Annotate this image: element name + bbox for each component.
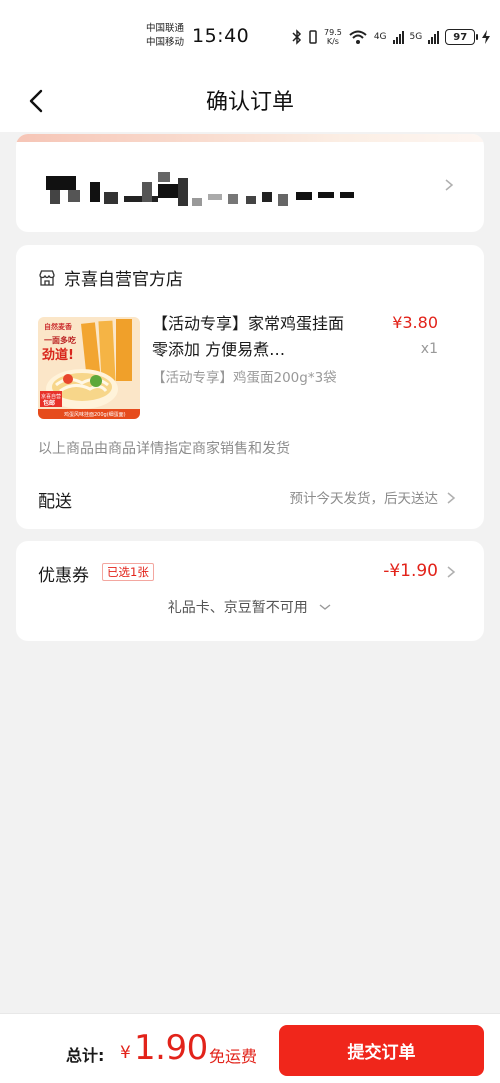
free-shipping-label: 免运费 [209, 1047, 258, 1066]
system-icons: 79.5 K/s 4G 5G 97 [292, 24, 491, 50]
net-speed-unit: K/s [326, 37, 339, 46]
giftcard-toggle[interactable]: 礼品卡、京豆暂不可用 [16, 597, 484, 617]
carrier-info: 中国联通 中国移动 [146, 22, 184, 50]
address-obscured [46, 172, 356, 208]
checkout-bar: 总计: ¥ 1.90 免运费 提交订单 [0, 1013, 500, 1083]
signal-bars-2-icon [428, 30, 440, 44]
product-spec: 【活动专享】鸡蛋面200g*3袋 [152, 370, 337, 386]
chevron-right-icon[interactable] [444, 491, 458, 505]
bluetooth-icon [292, 29, 302, 45]
coupon-amount: -¥1.90 [383, 561, 438, 581]
product-image-badge-2: 包邮 [43, 399, 55, 407]
net-speed-value: 79.5 [324, 28, 342, 37]
product-image-art: 自然麦香 一面多吃 劲道! 京喜自营 包邮 鸡蛋风味挂面200g(细蛋面) [38, 317, 140, 419]
product-image-slogan-1: 一面多吃 [44, 335, 76, 345]
signal-bars-1-icon [392, 30, 404, 44]
product-image[interactable]: 自然麦香 一面多吃 劲道! 京喜自营 包邮 鸡蛋风味挂面200g(细蛋面) [38, 317, 140, 419]
wifi-icon [349, 30, 367, 44]
giftcard-note: 礼品卡、京豆暂不可用 [167, 600, 308, 616]
coupon-card[interactable]: 优惠券 已选1张 -¥1.90 礼品卡、京豆暂不可用 [16, 541, 484, 641]
product-image-tag: 自然麦香 [44, 322, 73, 331]
nav-bar: 确认订单 [0, 70, 500, 132]
coupon-selected-badge: 已选1张 [102, 563, 154, 581]
submit-order-button[interactable]: 提交订单 [279, 1025, 484, 1076]
shop-name: 京喜自营官方店 [64, 270, 183, 290]
chevron-right-icon [445, 179, 454, 191]
status-bar: 中国联通 中国移动 15:40 79.5 K/s 4G 5G 97 [0, 0, 500, 70]
chevron-right-icon[interactable] [444, 565, 458, 579]
product-quantity: x1 [420, 341, 438, 357]
product-image-badge-1: 京喜自营 [41, 393, 61, 400]
net-speed: 79.5 K/s [324, 28, 342, 46]
signal-2-label: 5G [409, 32, 423, 42]
total-currency: ¥ [120, 1043, 131, 1063]
product-image-caption: 鸡蛋风味挂面200g(细蛋面) [64, 411, 126, 418]
clock: 15:40 [192, 25, 250, 47]
carrier-1: 中国联通 [146, 23, 185, 34]
vibrate-icon [309, 30, 317, 44]
page-title: 确认订单 [205, 90, 294, 115]
shop-header[interactable]: 京喜自营官方店 [38, 265, 183, 290]
product-price: ¥3.80 [392, 313, 438, 332]
seller-note: 以上商品由商品详情指定商家销售和发货 [38, 441, 290, 457]
store-icon [39, 269, 55, 286]
address-top-gradient [16, 134, 484, 142]
total-label: 总计: [66, 1046, 105, 1065]
address-card[interactable] [16, 134, 484, 232]
charging-icon [482, 30, 491, 44]
coupon-label: 优惠券 [38, 566, 89, 586]
delivery-option[interactable]: 预计今天发货，后天送达 [290, 487, 439, 507]
product-image-slogan-2: 劲道! [42, 347, 74, 363]
total-amount: 1.90 [134, 1028, 208, 1068]
battery-indicator: 97 [445, 29, 479, 45]
signal-1-label: 4G [373, 32, 387, 42]
chevron-down-icon [319, 604, 331, 610]
product-title[interactable]: 【活动专享】家常鸡蛋挂面零添加 方便易煮… [152, 311, 352, 363]
shop-card: 京喜自营官方店 自然麦香 一面多吃 劲道! 京喜自营 包邮 鸡蛋风味挂面200g… [16, 245, 484, 529]
carrier-2: 中国移动 [146, 37, 185, 48]
delivery-label: 配送 [38, 492, 72, 512]
